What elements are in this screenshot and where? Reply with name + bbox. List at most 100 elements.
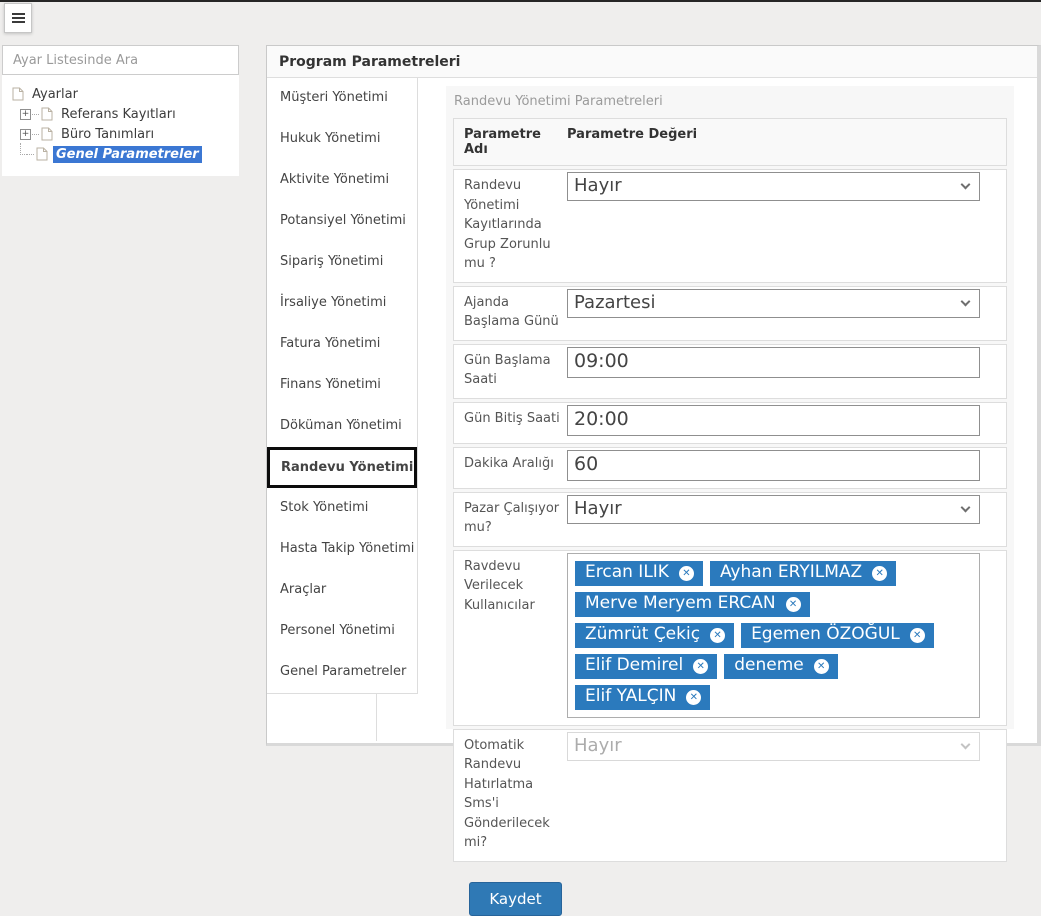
tree-item[interactable]: + Referans Kayıtları	[10, 104, 233, 124]
search-input[interactable]	[2, 45, 239, 75]
tree-item-label: Referans Kayıtları	[58, 106, 179, 123]
parameter-name: Ravdevu Verilecek Kullanıcılar	[454, 551, 567, 725]
settings-sidebar: Ayarlar + Referans Kayıtları + Büro Tanımla…	[2, 45, 239, 176]
user-tag-label: Zümrüt Çekiç	[585, 624, 700, 644]
expand-plus-icon[interactable]: +	[20, 109, 31, 120]
hamburger-menu-button[interactable]	[4, 3, 32, 33]
menu-item[interactable]: Aktivite Yönetimi	[267, 160, 417, 201]
save-button[interactable]: Kaydet	[469, 882, 562, 916]
parameter-select[interactable]: Hayır	[567, 495, 980, 524]
parameter-row: Dakika Aralığı	[453, 447, 1007, 489]
parameters-content: Randevu Yönetimi Parametreleri Parametre…	[446, 86, 1014, 729]
top-border-line	[0, 0, 1041, 2]
user-tag: Egemen ÖZOĞUL ✕	[741, 623, 934, 648]
parameter-select[interactable]: Pazartesi	[567, 289, 980, 318]
user-tag-label: Ayhan ERYILMAZ	[720, 562, 862, 582]
section-title: Randevu Yönetimi Parametreleri	[454, 94, 1007, 109]
parameter-input[interactable]	[567, 405, 980, 436]
user-tag-label: Merve Meryem ERCAN	[585, 593, 776, 613]
menu-item[interactable]: Potansiyel Yönetimi	[267, 201, 417, 242]
remove-tag-icon[interactable]: ✕	[710, 628, 725, 643]
file-icon	[41, 107, 53, 121]
parameter-row: Pazar Çalışıyor mu?Hayır	[453, 492, 1007, 547]
file-icon	[36, 147, 48, 161]
parameter-value-cell	[567, 345, 1006, 398]
parameter-value-cell: Ercan ILIK ✕ Ayhan ERYILMAZ ✕ Merve Meryem E…	[567, 551, 1006, 725]
menu-item[interactable]: Döküman Yönetimi	[267, 406, 417, 447]
parameter-name: Pazar Çalışıyor mu?	[454, 493, 567, 546]
panel-title: Program Parametreleri	[267, 46, 1037, 78]
menu-item[interactable]: Stok Yönetimi	[267, 488, 417, 529]
remove-tag-icon[interactable]: ✕	[814, 659, 829, 674]
menu-item[interactable]: Hasta Takip Yönetimi	[267, 529, 417, 570]
menu-item[interactable]: Hukuk Yönetimi	[267, 119, 417, 160]
tree-item-label: Genel Parametreler	[53, 146, 202, 163]
tree-item[interactable]: Genel Parametreler	[10, 144, 233, 164]
menu-item[interactable]: Müşteri Yönetimi	[267, 78, 417, 119]
parameter-value-cell	[567, 448, 1006, 488]
remove-tag-icon[interactable]: ✕	[679, 566, 694, 581]
remove-tag-icon[interactable]: ✕	[910, 628, 925, 643]
menu-item[interactable]: Fatura Yönetimi	[267, 324, 417, 365]
menu-item[interactable]: İrsaliye Yönetimi	[267, 283, 417, 324]
parameter-name: Gün Başlama Saati	[454, 345, 567, 398]
tree-item-label: Büro Tanımları	[58, 126, 157, 143]
parameter-name: Ajanda Başlama Günü	[454, 287, 567, 340]
user-tag: Elif YALÇIN ✕	[575, 685, 710, 710]
menu-footer-stub	[267, 694, 377, 741]
tree-connector	[20, 143, 27, 155]
tree-item-root[interactable]: Ayarlar	[10, 84, 233, 104]
settings-tree: Ayarlar + Referans Kayıtları + Büro Tanımla…	[2, 75, 239, 176]
tree-item[interactable]: + Büro Tanımları	[10, 124, 233, 144]
menu-item[interactable]: Genel Parametreler	[267, 652, 417, 693]
user-tag-label: deneme	[734, 655, 804, 675]
user-tag-label: Ercan ILIK	[585, 562, 669, 582]
parameter-row: Ravdevu Verilecek Kullanıcılar Ercan ILIK…	[453, 550, 1007, 726]
file-icon	[12, 87, 24, 101]
parameter-value-cell	[567, 403, 1006, 443]
user-tag: Elif Demirel ✕	[575, 654, 717, 679]
parameter-name: Otomatik Randevu Hatırlatma Sms'i Gönder…	[454, 730, 567, 861]
menu-item[interactable]: Personel Yönetimi	[267, 611, 417, 652]
remove-tag-icon[interactable]: ✕	[686, 690, 701, 705]
parameter-value-cell: Hayır	[567, 730, 1006, 861]
program-parameters-panel: Program Parametreleri Müşteri YönetimiHu…	[266, 45, 1041, 746]
parameter-row: Ajanda Başlama GünüPazartesi	[453, 286, 1007, 341]
parameter-category-menu: Müşteri YönetimiHukuk YönetimiAktivite Y…	[267, 78, 418, 694]
menu-item[interactable]: Araçlar	[267, 570, 417, 611]
parameter-value-cell: Hayır	[567, 493, 1006, 546]
parameter-select[interactable]: Hayır	[567, 172, 980, 201]
parameter-value-cell: Hayır	[567, 170, 1006, 282]
table-header-row: Parametre Adı Parametre Değeri	[453, 118, 1007, 166]
parameter-row: Gün Başlama Saati	[453, 344, 1007, 399]
user-tags-multiselect[interactable]: Ercan ILIK ✕ Ayhan ERYILMAZ ✕ Merve Meryem E…	[567, 553, 980, 718]
column-header-name: Parametre Adı	[454, 127, 567, 157]
user-tag-label: Elif YALÇIN	[585, 686, 676, 706]
user-tag: Ayhan ERYILMAZ ✕	[710, 561, 896, 586]
menu-item[interactable]: Randevu Yönetimi	[267, 447, 417, 488]
parameter-input[interactable]	[567, 347, 980, 378]
parameter-row: Otomatik Randevu Hatırlatma Sms'i Gönder…	[453, 729, 1007, 862]
user-tag: Ercan ILIK ✕	[575, 561, 703, 586]
parameter-input[interactable]	[567, 450, 980, 481]
parameter-name: Gün Bitiş Saati	[454, 403, 567, 443]
user-tag: deneme ✕	[724, 654, 838, 679]
parameter-name: Dakika Aralığı	[454, 448, 567, 488]
hamburger-icon	[12, 13, 25, 15]
file-icon	[41, 127, 53, 141]
user-tag: Zümrüt Çekiç ✕	[575, 623, 734, 648]
user-tag-label: Egemen ÖZOĞUL	[751, 624, 900, 644]
parameter-value-cell: Pazartesi	[567, 287, 1006, 340]
remove-tag-icon[interactable]: ✕	[786, 597, 801, 612]
tree-item-label: Ayarlar	[29, 86, 81, 103]
parameter-select[interactable]: Hayır	[567, 732, 980, 761]
expand-plus-icon[interactable]: +	[20, 129, 31, 140]
user-tag-label: Elif Demirel	[585, 655, 683, 675]
remove-tag-icon[interactable]: ✕	[693, 659, 708, 674]
menu-item[interactable]: Sipariş Yönetimi	[267, 242, 417, 283]
remove-tag-icon[interactable]: ✕	[872, 566, 887, 581]
column-header-value: Parametre Değeri	[567, 127, 1006, 157]
parameter-row: Gün Bitiş Saati	[453, 402, 1007, 444]
parameter-name: Randevu Yönetimi Kayıtlarında Grup Zorun…	[454, 170, 567, 282]
menu-item[interactable]: Finans Yönetimi	[267, 365, 417, 406]
